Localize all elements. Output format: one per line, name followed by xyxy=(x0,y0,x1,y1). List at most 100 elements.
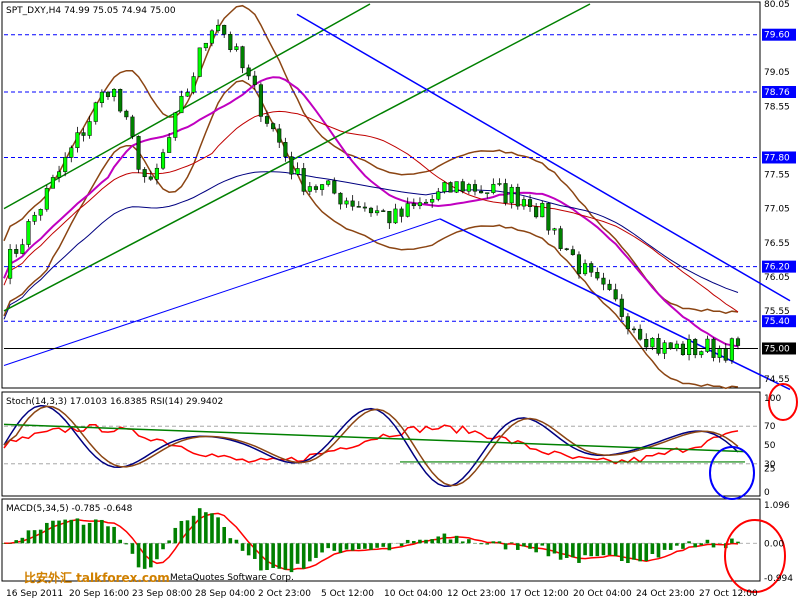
candle-body xyxy=(320,184,325,190)
macd-histogram-bar xyxy=(687,541,691,544)
macd-histogram-bar xyxy=(26,530,31,544)
time-axis-label: 28 Sep 04:00 xyxy=(195,589,255,599)
macd-histogram-bar xyxy=(155,543,159,560)
stoch-axis-label: 50 xyxy=(764,441,776,451)
candle-body xyxy=(185,92,190,97)
chart-window[interactable]: 79.60 78.76 77.80 76.20 75.40 75.00 80.05 79.05… xyxy=(0,0,800,600)
macd-histogram-bar xyxy=(454,535,459,544)
candle-body xyxy=(326,180,331,185)
stoch-rsi-pane[interactable] xyxy=(1,391,761,497)
watermark: 比安外汇 talkforex.com xyxy=(24,570,170,585)
candle-body xyxy=(460,181,465,192)
macd-histogram-bar xyxy=(130,543,135,554)
candle-body xyxy=(375,210,380,214)
macd-histogram-bar xyxy=(607,543,612,555)
candle-body xyxy=(601,277,606,285)
macd-histogram-bar xyxy=(405,539,410,544)
macd-histogram-bar xyxy=(442,533,447,544)
macd-histogram-bar xyxy=(638,543,642,562)
macd-histogram-bar xyxy=(699,543,704,546)
candle-body xyxy=(393,208,398,224)
macd-histogram-bar xyxy=(142,543,147,569)
price-axis-label: 76.55 xyxy=(764,239,790,249)
macd-histogram-bar xyxy=(283,543,288,570)
macd-histogram-bar xyxy=(430,539,434,544)
macd-histogram-bar xyxy=(295,543,300,564)
price-level-label: 78.76 xyxy=(764,88,790,98)
macd-histogram-bar xyxy=(204,512,208,544)
price-axis-label: 75.55 xyxy=(764,307,790,317)
price-level-label: 77.80 xyxy=(764,153,790,163)
macd-histogram-bar xyxy=(448,539,453,544)
macd-histogram-bar xyxy=(540,543,545,546)
macd-histogram-bar xyxy=(356,543,361,550)
macd-histogram-bar xyxy=(222,526,226,544)
candle-body xyxy=(509,186,514,204)
candle-body xyxy=(399,208,404,217)
macd-histogram-bar xyxy=(363,543,367,549)
macd-histogram-bar xyxy=(693,543,697,548)
price-level-label: 79.60 xyxy=(764,31,790,41)
macd-histogram-bar xyxy=(730,538,734,544)
macd-histogram-bar xyxy=(332,543,337,551)
macd-histogram-bar xyxy=(240,543,245,551)
candle-body xyxy=(540,203,545,218)
candle-body xyxy=(625,316,630,330)
candle-body xyxy=(344,200,349,205)
macd-histogram-bar xyxy=(656,543,661,558)
candle-body xyxy=(668,342,673,349)
macd-histogram-bar xyxy=(491,541,496,544)
macd-histogram-bar xyxy=(711,543,716,548)
candle-body xyxy=(87,121,92,136)
candle-body xyxy=(167,137,172,153)
macd-histogram-bar xyxy=(558,543,563,560)
candle-body xyxy=(289,156,294,175)
macd-histogram-bar xyxy=(216,517,220,544)
candle-body xyxy=(368,207,374,214)
candle-body xyxy=(619,298,624,317)
macd-histogram-bar xyxy=(228,538,233,544)
candle-body xyxy=(246,67,251,77)
macd-histogram-bar xyxy=(381,543,386,547)
candle-body xyxy=(503,183,508,204)
candle-body xyxy=(424,201,429,204)
candle-body xyxy=(38,208,43,216)
candle-body xyxy=(338,192,343,205)
macd-histogram-bar xyxy=(308,543,312,562)
candle-body xyxy=(209,30,215,44)
macd-histogram-bar xyxy=(619,543,624,562)
macd-histogram-bar xyxy=(197,508,202,544)
macd-histogram-bar xyxy=(259,543,263,571)
candle-body xyxy=(564,248,569,250)
candle-body xyxy=(515,186,520,207)
time-axis-label: 20 Oct 04:00 xyxy=(573,589,632,599)
macd-histogram-bar xyxy=(668,543,673,550)
macd-histogram-bar xyxy=(412,540,416,544)
macd-histogram-bar xyxy=(81,524,86,544)
candle-body xyxy=(705,338,710,352)
candle-body xyxy=(283,142,288,157)
candle-body xyxy=(485,192,490,194)
candle-body xyxy=(69,147,74,158)
candle-body xyxy=(307,186,312,192)
stoch-axis-label: 0 xyxy=(764,488,770,498)
price-axis-label: 78.55 xyxy=(764,102,790,112)
price-level-label: 76.20 xyxy=(764,263,790,273)
macd-histogram-bar xyxy=(736,541,740,544)
time-axis-label: 17 Oct 12:00 xyxy=(510,589,569,599)
candle-body xyxy=(558,228,563,249)
candle-body xyxy=(142,169,147,178)
macd-histogram-bar xyxy=(418,539,422,544)
candle-body xyxy=(699,351,704,356)
candle-body xyxy=(313,186,318,190)
macd-histogram-bar xyxy=(289,543,294,573)
macd-histogram-bar xyxy=(601,543,606,556)
macd-histogram-bar xyxy=(528,543,532,549)
price-pane[interactable] xyxy=(1,1,761,389)
candle-body xyxy=(491,183,496,193)
macd-histogram-bar xyxy=(485,543,490,545)
price-level-label: 75.40 xyxy=(764,317,790,327)
symbol-header: SPT_DXY,H4 74.99 75.05 74.94 75.00 xyxy=(6,6,176,16)
candle-body xyxy=(32,214,37,222)
price-axis-label: 80.05 xyxy=(764,0,790,10)
